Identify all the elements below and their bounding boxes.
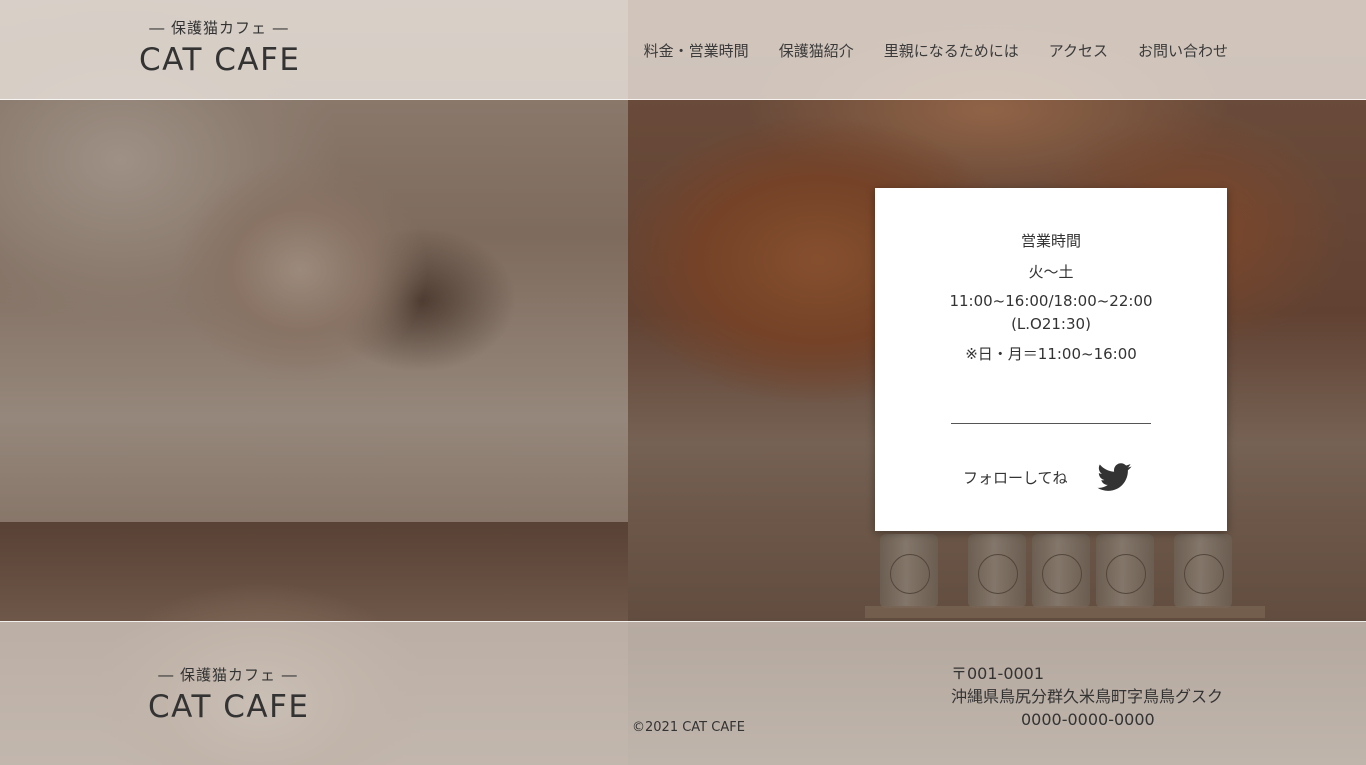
site-logo[interactable]: ― 保護猫カフェ ― CAT CAFE [139,17,299,78]
nav-item-cats[interactable]: 保護猫紹介 [779,40,854,61]
nav-item-adoption[interactable]: 里親になるためには [884,40,1019,61]
street-address: 沖縄県鳥尻分群久米鳥町字鳥鳥グスク [951,687,1224,706]
address-block: 〒001-0001 沖縄県鳥尻分群久米鳥町字鳥鳥グスク 0000-0000-00… [951,662,1223,731]
postal-code: 〒001-0001 [951,664,1045,683]
site-header: ― 保護猫カフェ ― CAT CAFE 料金・営業時間 保護猫紹介 里親になるた… [0,0,1366,100]
twitter-link[interactable] [1096,460,1134,494]
main-nav: 料金・営業時間 保護猫紹介 里親になるためには アクセス お問い合わせ [644,40,1228,61]
logo-subtitle: ― 保護猫カフェ ― [149,19,289,37]
open-hours: 11:00~16:00/18:00~22:00 [949,292,1153,310]
business-hours-card: 営業時間 火〜土 11:00~16:00/18:00~22:00 (L.O21:… [875,188,1227,531]
site-footer: ― 保護猫カフェ ― CAT CAFE ©2021 CAT CAFE 〒001-… [0,621,1366,765]
nav-item-access[interactable]: アクセス [1049,40,1108,61]
last-order: (L.O21:30) [1011,315,1091,333]
nav-item-contact[interactable]: お問い合わせ [1138,40,1228,61]
footer-logo[interactable]: ― 保護猫カフェ ― CAT CAFE [148,664,308,725]
logo-title: CAT CAFE [139,42,301,78]
weekend-hours-note: ※日・月＝11:00~16:00 [965,345,1137,363]
divider [951,423,1151,424]
card-title: 営業時間 [1020,232,1081,250]
copyright: ©2021 CAT CAFE [632,720,745,735]
follow-label: フォローしてね [963,468,1068,487]
open-days: 火〜土 [1028,263,1074,281]
follow-row: フォローしてね [963,460,1134,494]
phone-number: 0000-0000-0000 [1021,710,1155,729]
twitter-bird-icon[interactable] [1096,460,1134,494]
footer-logo-subtitle: ― 保護猫カフェ ― [158,666,298,684]
nav-item-pricing-hours[interactable]: 料金・営業時間 [644,40,749,61]
footer-logo-title: CAT CAFE [148,689,310,725]
